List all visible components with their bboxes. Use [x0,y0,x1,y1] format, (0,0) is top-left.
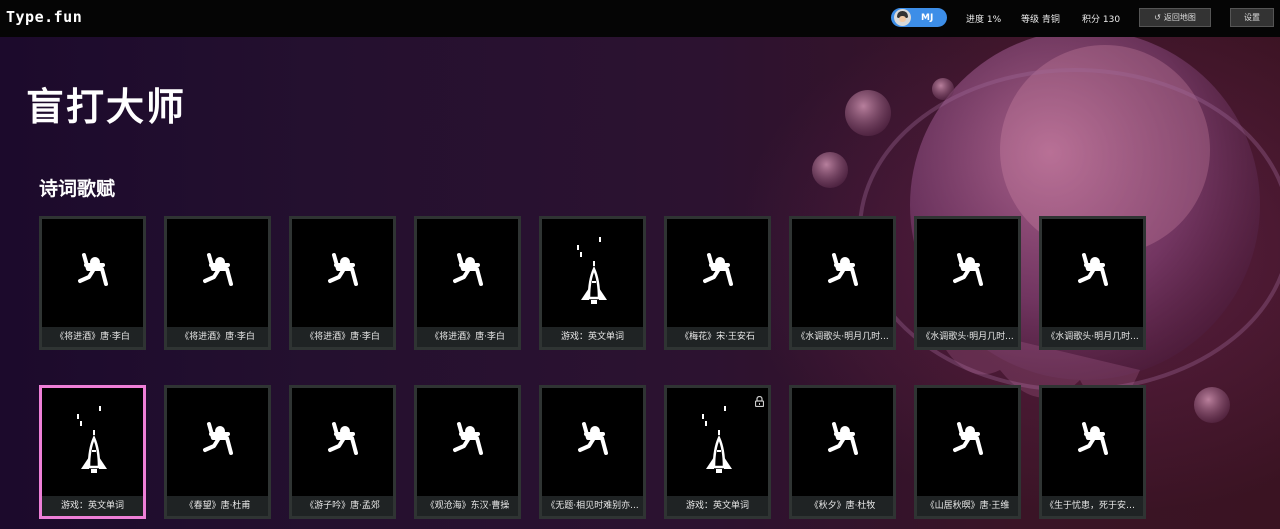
lesson-card-label: 《将进酒》唐·李白 [167,327,268,347]
lesson-card-label: 《将进酒》唐·李白 [42,327,143,347]
rocket-icon [77,406,107,473]
lesson-card-label: 《秋夕》唐·杜牧 [792,496,893,516]
lesson-card[interactable]: 《将进酒》唐·李白 [164,216,271,350]
user-profile-button[interactable]: MJ [891,8,947,27]
level-stat: 等级 青铜 [1021,15,1060,25]
lesson-card-label: 游戏：英文单词 [667,496,768,516]
lesson-card-label: 《梅花》宋·王安石 [667,327,768,347]
lesson-card-label: 《观沧海》东汉·曹操 [417,496,518,516]
lesson-card[interactable]: 《水调歌头·明月几时... [914,216,1021,350]
lesson-card[interactable]: 游戏：英文单词 [664,385,771,519]
top-bar: Type.fun MJ 进度 1% 等级 青铜 积分 130 ↺ 返回地图 设置 [0,0,1280,37]
typing-pose-icon [453,253,483,286]
back-to-map-button[interactable]: ↺ 返回地图 [1139,8,1211,27]
lesson-card[interactable]: 《游子吟》唐·孟郊 [289,385,396,519]
lesson-card-label: 《生于忧患，死于安乐... [1042,496,1143,516]
lesson-card[interactable]: 《春望》唐·杜甫 [164,385,271,519]
typing-pose-icon [828,422,858,455]
settings-button[interactable]: 设置 [1230,8,1274,27]
typing-pose-icon [703,253,733,286]
lesson-card-label: 《山居秋暝》唐·王维 [917,496,1018,516]
typing-pose-icon [1078,253,1108,286]
lesson-card[interactable]: 《水调歌头·明月几时... [789,216,896,350]
avatar [894,9,911,26]
lesson-card-label: 《水调歌头·明月几时... [1042,327,1143,347]
typing-pose-icon [78,253,108,286]
rocket-icon [577,237,607,304]
points-stat: 积分 130 [1082,15,1121,25]
lesson-card[interactable]: 《梅花》宋·王安石 [664,216,771,350]
typing-pose-icon [953,422,983,455]
rocket-icon [702,406,732,473]
lesson-card[interactable]: 游戏：英文单词 [539,216,646,350]
typing-pose-icon [328,253,358,286]
lesson-card-label: 游戏：英文单词 [42,496,143,516]
typing-pose-icon [1078,422,1108,455]
user-name: MJ [921,12,934,23]
lesson-card-label: 游戏：英文单词 [542,327,643,347]
typing-pose-icon [828,253,858,286]
app-logo[interactable]: Type.fun [6,8,82,26]
lesson-card-label: 《水调歌头·明月几时... [917,327,1018,347]
back-arrow-icon: ↺ [1154,13,1161,22]
lesson-card-label: 《游子吟》唐·孟郊 [292,496,393,516]
lesson-card[interactable]: 《山居秋暝》唐·王维 [914,385,1021,519]
lesson-card[interactable]: 《秋夕》唐·杜牧 [789,385,896,519]
lesson-card[interactable]: 《水调歌头·明月几时... [1039,216,1146,350]
lesson-card-label: 《无题·相见时难别亦... [542,496,643,516]
lesson-card-label: 《春望》唐·杜甫 [167,496,268,516]
lesson-card[interactable]: 《将进酒》唐·李白 [39,216,146,350]
lesson-card[interactable]: 游戏：英文单词 [39,385,146,519]
typing-pose-icon [328,422,358,455]
lesson-card[interactable]: 《将进酒》唐·李白 [414,216,521,350]
lesson-card-label: 《将进酒》唐·李白 [417,327,518,347]
lesson-card[interactable]: 《生于忧患，死于安乐... [1039,385,1146,519]
back-to-map-label: 返回地图 [1163,13,1196,22]
lesson-card[interactable]: 《无题·相见时难别亦... [539,385,646,519]
page-title: 盲打大师 [26,85,187,129]
progress-stat: 进度 1% [966,15,1002,25]
typing-pose-icon [203,422,233,455]
section-title: 诗词歌赋 [39,178,116,200]
typing-pose-icon [953,253,983,286]
lesson-card[interactable]: 《观沧海》东汉·曹操 [414,385,521,519]
lesson-card[interactable]: 《将进酒》唐·李白 [289,216,396,350]
typing-pose-icon [453,422,483,455]
lesson-card-label: 《水调歌头·明月几时... [792,327,893,347]
lesson-card-label: 《将进酒》唐·李白 [292,327,393,347]
typing-pose-icon [203,253,233,286]
lock-icon [754,392,765,411]
typing-pose-icon [578,422,608,455]
